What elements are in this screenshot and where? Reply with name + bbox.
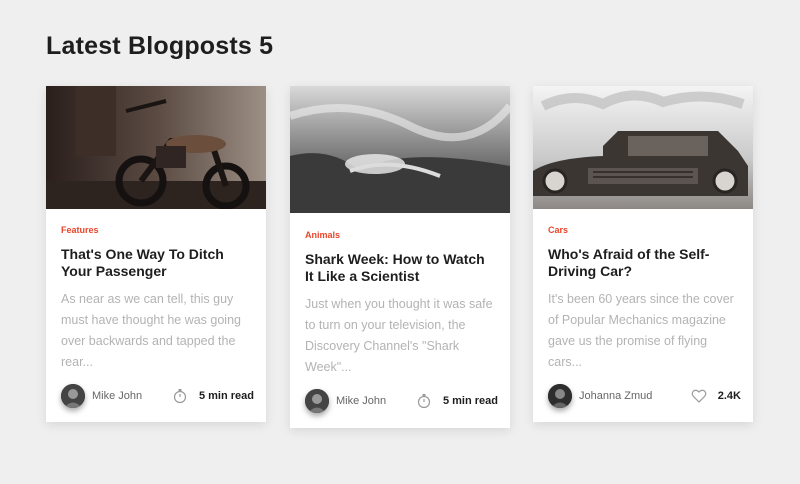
card-title[interactable]: Who's Afraid of the Self-Driving Car? [548,246,740,280]
author-avatar[interactable] [548,384,572,408]
author-avatar[interactable] [61,384,85,408]
stopwatch-icon [417,394,431,409]
motorcycle-image [46,86,266,209]
card-category[interactable]: Animals [305,230,340,240]
read-time: 5 min read [442,395,498,407]
heart-icon[interactable] [691,388,707,404]
card-excerpt: Just when you thought it was safe to tur… [305,297,493,374]
card-category[interactable]: Cars [548,225,568,235]
card-footer: Mike John 5 min read [305,389,498,415]
card-title[interactable]: That's One Way To Ditch Your Passenger [61,246,253,280]
vintage-car-image [533,86,753,209]
author-avatar[interactable] [305,389,329,413]
blog-card-1[interactable]: Features That's One Way To Ditch Your Pa… [46,86,266,422]
card-image-ocean[interactable] [290,86,510,213]
avatar-image [548,384,572,408]
card-category[interactable]: Features [61,225,99,235]
card-footer: Johanna Zmud 2.4K [548,384,741,410]
card-image-motorcycle[interactable] [46,86,266,209]
stopwatch-icon [173,389,187,404]
avatar-image [61,384,85,408]
author-name[interactable]: Johanna Zmud [579,390,652,402]
card-excerpt: As near as we can tell, this guy must ha… [61,292,241,369]
avatar-image [305,389,329,413]
card-title[interactable]: Shark Week: How to Watch It Like a Scien… [305,251,497,285]
blog-card-3[interactable]: Cars Who's Afraid of the Self-Driving Ca… [533,86,753,422]
author-name[interactable]: Mike John [92,390,142,402]
author-name[interactable]: Mike John [336,395,386,407]
card-image-vintage-car[interactable] [533,86,753,209]
card-footer: Mike John 5 min read [61,384,254,410]
card-excerpt: It's been 60 years since the cover of Po… [548,292,734,369]
read-time: 5 min read [198,390,254,402]
ocean-wave-image [290,86,510,213]
page-title: Latest Blogposts 5 [46,32,274,60]
blog-card-2[interactable]: Animals Shark Week: How to Watch It Like… [290,86,510,428]
like-count: 2.4K [717,390,741,402]
